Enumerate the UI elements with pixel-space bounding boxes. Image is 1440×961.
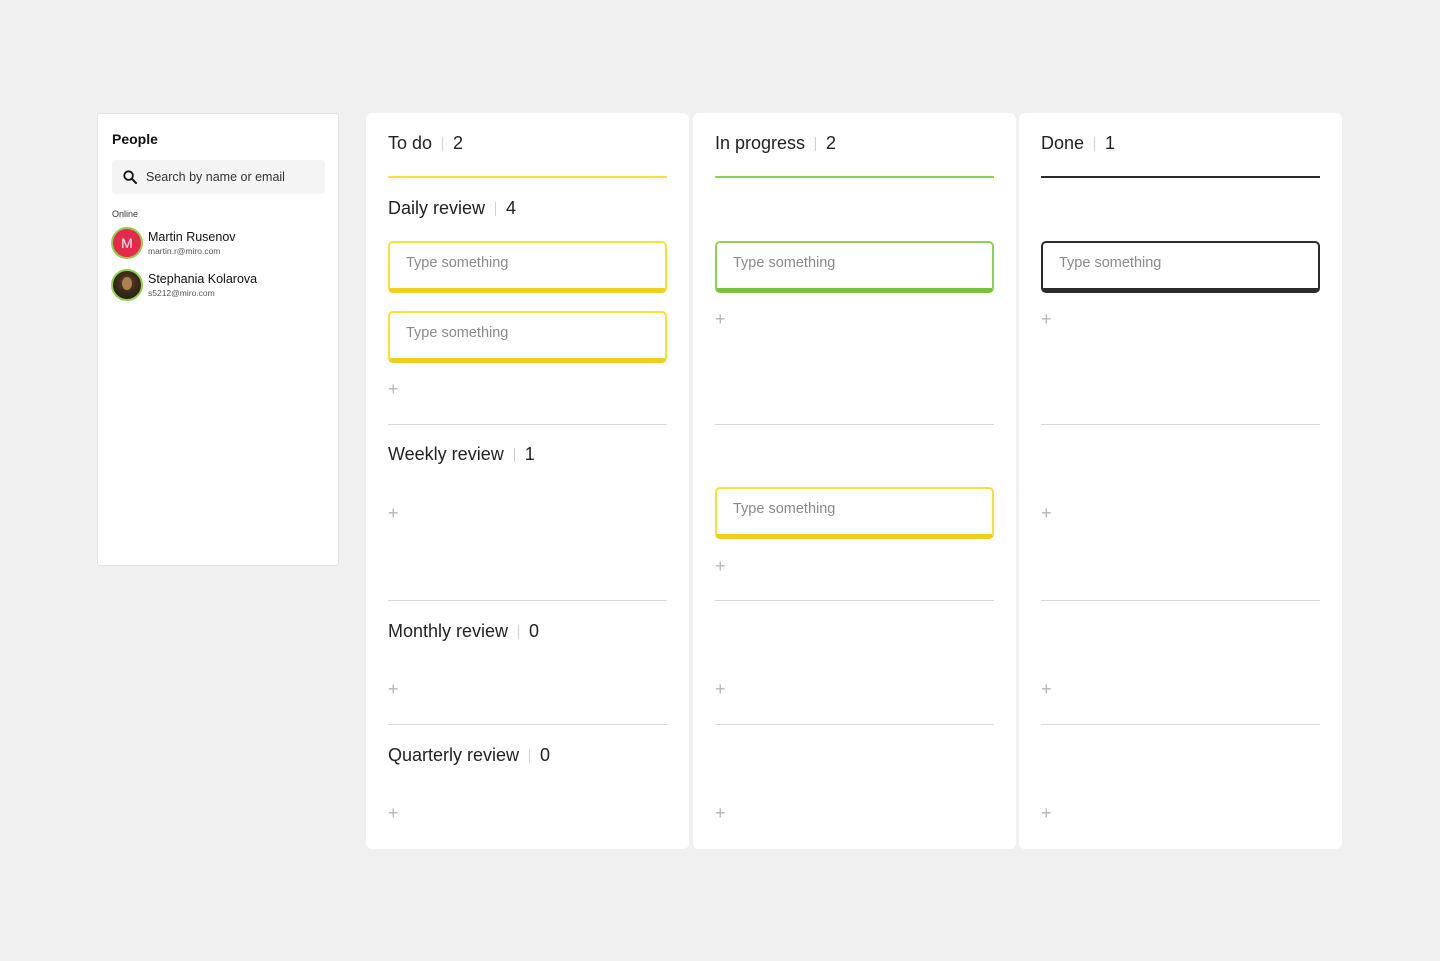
column-title: Done: [1041, 133, 1085, 153]
row-divider: [715, 724, 994, 725]
row-divider: [1041, 424, 1320, 425]
row-header-weekly: Weekly review 1: [388, 444, 535, 465]
search-box[interactable]: [112, 160, 325, 194]
row-divider: [388, 724, 667, 725]
row-title: Weekly review: [388, 444, 504, 464]
plus-icon[interactable]: +: [388, 804, 400, 822]
plus-icon[interactable]: +: [388, 380, 400, 398]
column-accent-line: [388, 176, 667, 178]
column-title: To do: [388, 133, 433, 153]
avatar-initial: M: [121, 235, 133, 251]
card[interactable]: Type something: [715, 487, 994, 539]
row-title: Monthly review: [388, 621, 509, 641]
plus-icon[interactable]: +: [388, 504, 400, 522]
search-input[interactable]: [146, 170, 316, 184]
card[interactable]: Type something: [1041, 241, 1320, 293]
card-placeholder: Type something: [733, 255, 836, 271]
user-name: Martin Rusenov: [148, 230, 236, 244]
plus-icon[interactable]: +: [715, 680, 727, 698]
column-to-do: To do 2 Daily review 4 Type something Ty…: [366, 113, 689, 849]
row-divider: [1041, 724, 1320, 725]
card[interactable]: Type something: [388, 241, 667, 293]
row-divider: [715, 424, 994, 425]
row-divider: [1041, 600, 1320, 601]
online-label: Online: [112, 209, 139, 219]
card-placeholder: Type something: [1059, 255, 1162, 271]
user-email: martin.r@miro.com: [148, 245, 221, 256]
column-count: 2: [826, 133, 837, 153]
card-placeholder: Type something: [406, 325, 509, 341]
row-divider: [388, 424, 667, 425]
row-header-monthly: Monthly review 0: [388, 621, 539, 642]
column-in-progress: In progress 2 Type something + Type some…: [693, 113, 1016, 849]
plus-icon[interactable]: +: [1041, 680, 1053, 698]
plus-icon[interactable]: +: [1041, 804, 1053, 822]
row-count: 0: [540, 745, 551, 765]
column-title: In progress: [715, 133, 806, 153]
column-header: Done 1: [1041, 133, 1115, 154]
plus-icon[interactable]: +: [1041, 504, 1053, 522]
row-divider: [388, 600, 667, 601]
people-panel: People Online M Martin Rusenov martin.r@…: [97, 113, 339, 566]
row-header-quarterly: Quarterly review 0: [388, 745, 550, 766]
people-title: People: [112, 131, 158, 147]
column-header: In progress 2: [715, 133, 836, 154]
plus-icon[interactable]: +: [715, 557, 727, 575]
plus-icon[interactable]: +: [1041, 310, 1053, 328]
row-title: Daily review: [388, 198, 486, 218]
column-header: To do 2: [388, 133, 463, 154]
user-email: s5212@miro.com: [148, 287, 215, 298]
column-accent-line: [715, 176, 994, 178]
card-placeholder: Type something: [733, 501, 836, 517]
column-count: 2: [453, 133, 464, 153]
user-stephania-kolarova[interactable]: Stephania Kolarova s5212@miro.com: [111, 269, 326, 301]
avatar: [111, 269, 143, 301]
row-divider: [715, 600, 994, 601]
plus-icon[interactable]: +: [715, 310, 727, 328]
column-done: Done 1 Type something + + + +: [1019, 113, 1342, 849]
row-title: Quarterly review: [388, 745, 520, 765]
card[interactable]: Type something: [715, 241, 994, 293]
row-count: 0: [529, 621, 540, 641]
card-placeholder: Type something: [406, 255, 509, 271]
row-count: 1: [524, 444, 535, 464]
column-count: 1: [1105, 133, 1116, 153]
row-count: 4: [506, 198, 517, 218]
card[interactable]: Type something: [388, 311, 667, 363]
user-name: Stephania Kolarova: [148, 272, 258, 286]
column-accent-line: [1041, 176, 1320, 178]
avatar: M: [111, 227, 143, 259]
plus-icon[interactable]: +: [388, 680, 400, 698]
search-icon: [123, 170, 137, 184]
plus-icon[interactable]: +: [715, 804, 727, 822]
row-header-daily: Daily review 4: [388, 198, 516, 219]
user-martin-rusenov[interactable]: M Martin Rusenov martin.r@miro.com: [111, 227, 326, 259]
